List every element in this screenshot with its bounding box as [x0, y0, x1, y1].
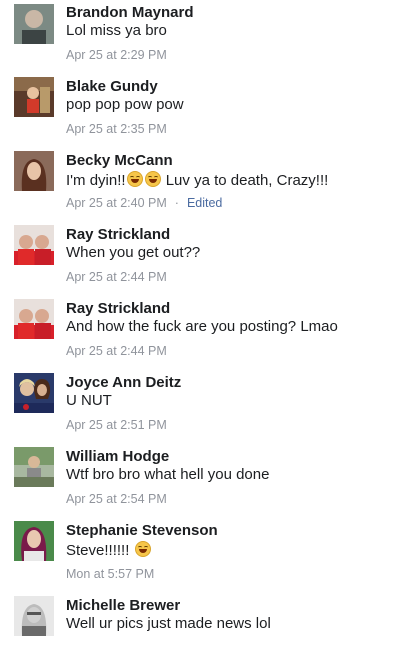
avatar[interactable] — [14, 596, 54, 636]
commenter-name[interactable]: Blake Gundy — [66, 78, 158, 95]
laughing-emoji-icon — [126, 171, 143, 187]
laughing-emoji-icon — [144, 171, 161, 187]
comment-text: U NUT — [66, 392, 112, 409]
comment-item: Brandon Maynard Lol miss ya bro Apr 25 a… — [0, 0, 407, 74]
separator-dot: · — [174, 196, 179, 210]
commenter-name[interactable]: Becky McCann — [66, 152, 173, 169]
comment-timestamp[interactable]: Apr 25 at 2:35 PM — [66, 122, 167, 136]
avatar[interactable] — [14, 151, 54, 191]
laughing-emoji-icon — [134, 541, 151, 557]
comment-timestamp[interactable]: Apr 25 at 2:54 PM — [66, 492, 167, 506]
comment-text: I'm dyin!! Luv ya to death, Crazy!!! — [66, 171, 328, 189]
avatar[interactable] — [14, 4, 54, 44]
avatar[interactable] — [14, 77, 54, 117]
avatar[interactable] — [14, 521, 54, 561]
commenter-name[interactable]: Ray Strickland — [66, 300, 170, 317]
comment-timestamp[interactable]: Apr 25 at 2:29 PM — [66, 48, 167, 62]
commenter-name[interactable]: Ray Strickland — [66, 226, 170, 243]
comment-item: Michelle Brewer Well ur pics just made n… — [0, 592, 407, 666]
comment-item: Ray Strickland When you get out?? Apr 25… — [0, 222, 407, 296]
comment-item: Blake Gundy pop pop pow pow Apr 25 at 2:… — [0, 74, 407, 148]
avatar[interactable] — [14, 447, 54, 487]
comment-text-end: Luv ya to death, Crazy!!! — [161, 172, 329, 189]
comment-item: Becky McCann I'm dyin!! Luv ya to death,… — [0, 148, 407, 222]
commenter-name[interactable]: Joyce Ann Deitz — [66, 374, 181, 391]
comment-text: pop pop pow pow — [66, 96, 184, 113]
commenter-name[interactable]: Brandon Maynard — [66, 4, 194, 21]
avatar[interactable] — [14, 373, 54, 413]
commenter-name[interactable]: Stephanie Stevenson — [66, 522, 218, 539]
comment-text: Wtf bro bro what hell you done — [66, 466, 270, 483]
comment-text-start: Steve!!!!!! — [66, 542, 134, 559]
comment-text: Well ur pics just made news lol — [66, 615, 271, 632]
comment-text: Steve!!!!!! — [66, 541, 152, 559]
comment-text: And how the fuck are you posting? Lmao — [66, 318, 338, 335]
comment-item: William Hodge Wtf bro bro what hell you … — [0, 444, 407, 518]
comment-item: Joyce Ann Deitz U NUT Apr 25 at 2:51 PM — [0, 370, 407, 444]
comment-timestamp[interactable]: Apr 25 at 2:40 PM — [66, 196, 167, 210]
commenter-name[interactable]: William Hodge — [66, 448, 169, 465]
edited-link[interactable]: Edited — [187, 196, 222, 210]
comment-meta: Apr 25 at 2:40 PM · Edited — [66, 196, 222, 210]
comment-item: Stephanie Stevenson Steve!!!!!! Mon at 5… — [0, 518, 407, 592]
comment-timestamp[interactable]: Apr 25 at 2:51 PM — [66, 418, 167, 432]
avatar[interactable] — [14, 299, 54, 339]
comment-timestamp[interactable]: Apr 25 at 2:44 PM — [66, 270, 167, 284]
comment-timestamp[interactable]: Mon at 5:57 PM — [66, 567, 154, 581]
avatar[interactable] — [14, 225, 54, 265]
comment-item: Ray Strickland And how the fuck are you … — [0, 296, 407, 370]
comment-text: Lol miss ya bro — [66, 22, 167, 39]
comment-text-start: I'm dyin!! — [66, 172, 126, 189]
commenter-name[interactable]: Michelle Brewer — [66, 597, 180, 614]
comment-timestamp[interactable]: Apr 25 at 2:44 PM — [66, 344, 167, 358]
comment-text: When you get out?? — [66, 244, 201, 261]
